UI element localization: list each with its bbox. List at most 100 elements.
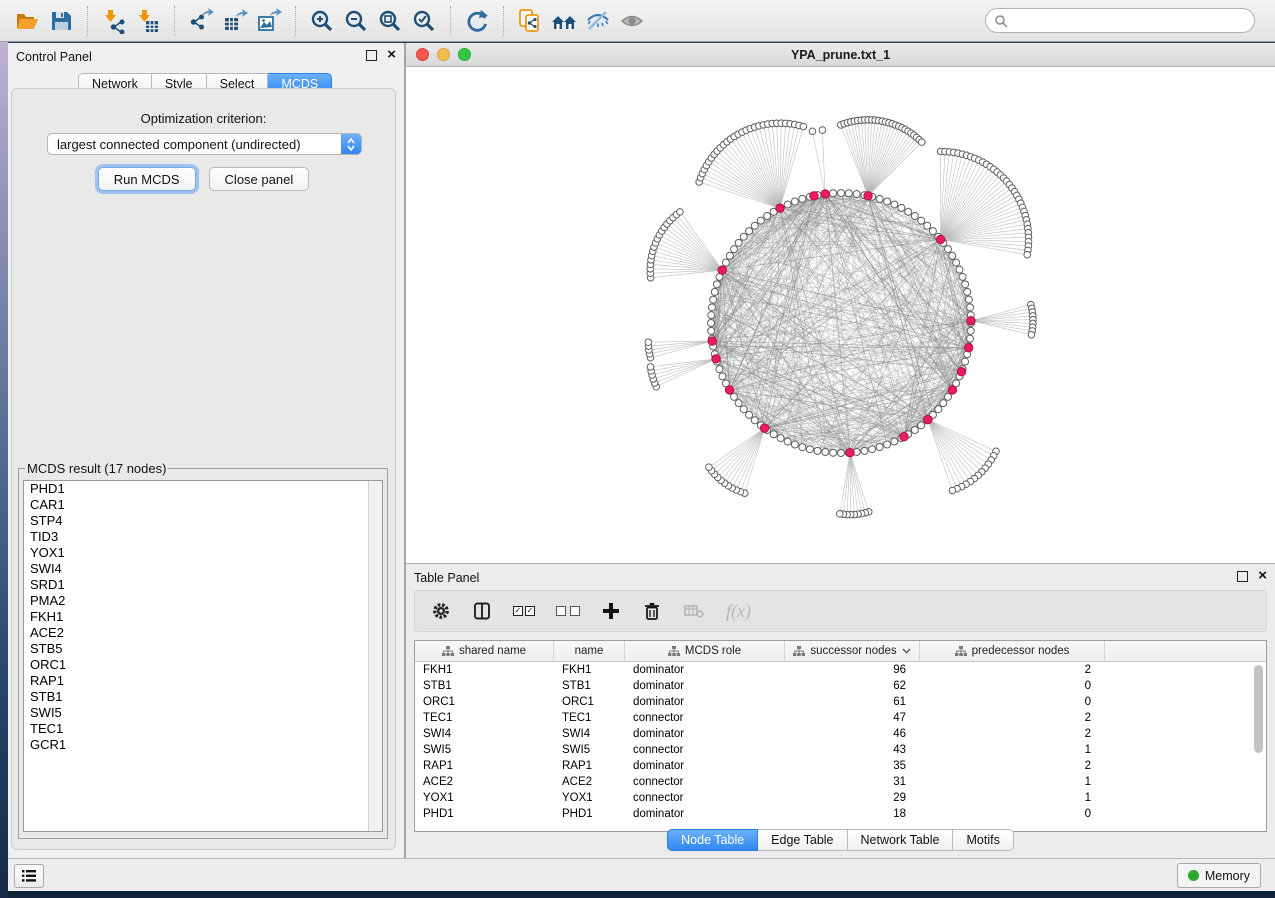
table-row[interactable]: ORC1ORC1dominator610 [415, 694, 1266, 710]
network-node[interactable] [924, 222, 931, 229]
cell-successor-nodes[interactable]: 46 [785, 726, 920, 742]
network-node[interactable] [757, 217, 764, 224]
node-table[interactable]: shared namenameMCDS rolesuccessor nodesp… [414, 640, 1267, 832]
network-node[interactable] [784, 201, 791, 208]
cell-predecessor-nodes[interactable]: 2 [920, 726, 1105, 742]
search-input[interactable] [1013, 13, 1246, 29]
tab-network-table[interactable]: Network Table [848, 829, 954, 851]
cell-name[interactable]: ACE2 [554, 774, 625, 790]
network-node[interactable] [645, 339, 652, 346]
mcds-list-scrollbar[interactable] [368, 481, 382, 831]
gear-button[interactable] [431, 601, 451, 621]
network-node-hub[interactable] [708, 337, 716, 345]
cell-mcds-role[interactable]: dominator [625, 806, 785, 822]
cell-mcds-role[interactable]: dominator [625, 758, 785, 774]
network-node[interactable] [918, 422, 925, 429]
network-node[interactable] [964, 288, 971, 295]
network-node[interactable] [746, 228, 753, 235]
cell-name[interactable]: PHD1 [554, 806, 625, 822]
export-network-button[interactable] [184, 4, 218, 38]
network-node[interactable] [944, 393, 951, 400]
table-row[interactable]: SWI5SWI5connector431 [415, 742, 1266, 758]
search-field[interactable] [985, 8, 1255, 33]
network-node[interactable] [806, 446, 813, 453]
network-node-hub[interactable] [924, 415, 932, 423]
network-node-hub[interactable] [936, 235, 944, 243]
network-node[interactable] [1024, 251, 1031, 258]
mcds-result-item[interactable]: SWI5 [24, 705, 382, 721]
network-node[interactable] [944, 246, 951, 253]
cell-mcds-role[interactable]: connector [625, 710, 785, 726]
network-node[interactable] [853, 190, 860, 197]
cell-successor-nodes[interactable]: 18 [785, 806, 920, 822]
network-node-hub[interactable] [864, 192, 872, 200]
network-node-hub[interactable] [718, 266, 726, 274]
cell-shared-name[interactable]: ACE2 [415, 774, 554, 790]
function-builder-button[interactable]: f(x) [726, 601, 751, 622]
network-node[interactable] [746, 411, 753, 418]
zoom-selected-button[interactable] [407, 4, 441, 38]
zoom-fit-button[interactable] [373, 4, 407, 38]
mcds-result-item[interactable]: TID3 [24, 529, 382, 545]
open-session-button[interactable] [10, 4, 44, 38]
network-node[interactable] [967, 304, 974, 311]
network-node-hub[interactable] [760, 424, 768, 432]
network-node[interactable] [777, 435, 784, 442]
cell-successor-nodes[interactable]: 43 [785, 742, 920, 758]
column-header-mcds-role[interactable]: MCDS role [625, 641, 785, 661]
cell-predecessor-nodes[interactable]: 0 [920, 694, 1105, 710]
cell-name[interactable]: SWI5 [554, 742, 625, 758]
optimization-criterion-select[interactable]: largest connected component (undirected) [47, 133, 362, 155]
network-window-titlebar[interactable]: YPA_prune.txt_1 [406, 43, 1275, 67]
float-panel-icon[interactable] [1237, 571, 1248, 582]
cell-predecessor-nodes[interactable]: 0 [920, 678, 1105, 694]
network-node[interactable] [838, 190, 845, 197]
network-node[interactable] [967, 335, 974, 342]
cell-predecessor-nodes[interactable]: 2 [920, 710, 1105, 726]
cell-shared-name[interactable]: RAP1 [415, 758, 554, 774]
network-node[interactable] [735, 239, 742, 246]
close-panel-icon[interactable]: × [1258, 570, 1267, 582]
cell-shared-name[interactable]: ORC1 [415, 694, 554, 710]
network-node[interactable] [935, 406, 942, 413]
network-node[interactable] [905, 208, 912, 215]
network-node[interactable] [791, 441, 798, 448]
network-node[interactable] [708, 312, 715, 319]
mcds-result-item[interactable]: CAR1 [24, 497, 382, 513]
network-node[interactable] [962, 358, 969, 365]
column-header-successor-nodes[interactable]: successor nodes [785, 641, 920, 661]
network-node[interactable] [869, 446, 876, 453]
import-network-button[interactable] [97, 4, 131, 38]
network-node[interactable] [956, 266, 963, 273]
cell-mcds-role[interactable]: connector [625, 774, 785, 790]
cell-shared-name[interactable]: PHD1 [415, 806, 554, 822]
cell-shared-name[interactable]: STB1 [415, 678, 554, 694]
network-node[interactable] [799, 195, 806, 202]
mcds-result-item[interactable]: RAP1 [24, 673, 382, 689]
network-node[interactable] [719, 373, 726, 380]
cell-name[interactable]: STB1 [554, 678, 625, 694]
network-node[interactable] [876, 444, 883, 451]
network-node-hub[interactable] [776, 204, 784, 212]
mcds-result-item[interactable]: STP4 [24, 513, 382, 529]
cell-predecessor-nodes[interactable]: 1 [920, 790, 1105, 806]
cell-predecessor-nodes[interactable]: 1 [920, 742, 1105, 758]
mcds-result-item[interactable]: ACE2 [24, 625, 382, 641]
network-node[interactable] [861, 447, 868, 454]
window-close-icon[interactable] [416, 48, 429, 61]
network-node[interactable] [830, 449, 837, 456]
network-node[interactable] [838, 450, 845, 457]
cell-mcds-role[interactable]: dominator [625, 726, 785, 742]
table-row[interactable]: PHD1PHD1dominator180 [415, 806, 1266, 822]
mcds-result-item[interactable]: SWI4 [24, 561, 382, 577]
network-node-hub[interactable] [964, 344, 972, 352]
table-row[interactable]: SWI4SWI4dominator462 [415, 726, 1266, 742]
column-header-name[interactable]: name [554, 641, 625, 661]
cell-successor-nodes[interactable]: 61 [785, 694, 920, 710]
network-node[interactable] [962, 281, 969, 288]
network-node[interactable] [959, 273, 966, 280]
network-node[interactable] [884, 198, 891, 205]
network-node[interactable] [791, 198, 798, 205]
cell-name[interactable]: ORC1 [554, 694, 625, 710]
cell-shared-name[interactable]: TEC1 [415, 710, 554, 726]
